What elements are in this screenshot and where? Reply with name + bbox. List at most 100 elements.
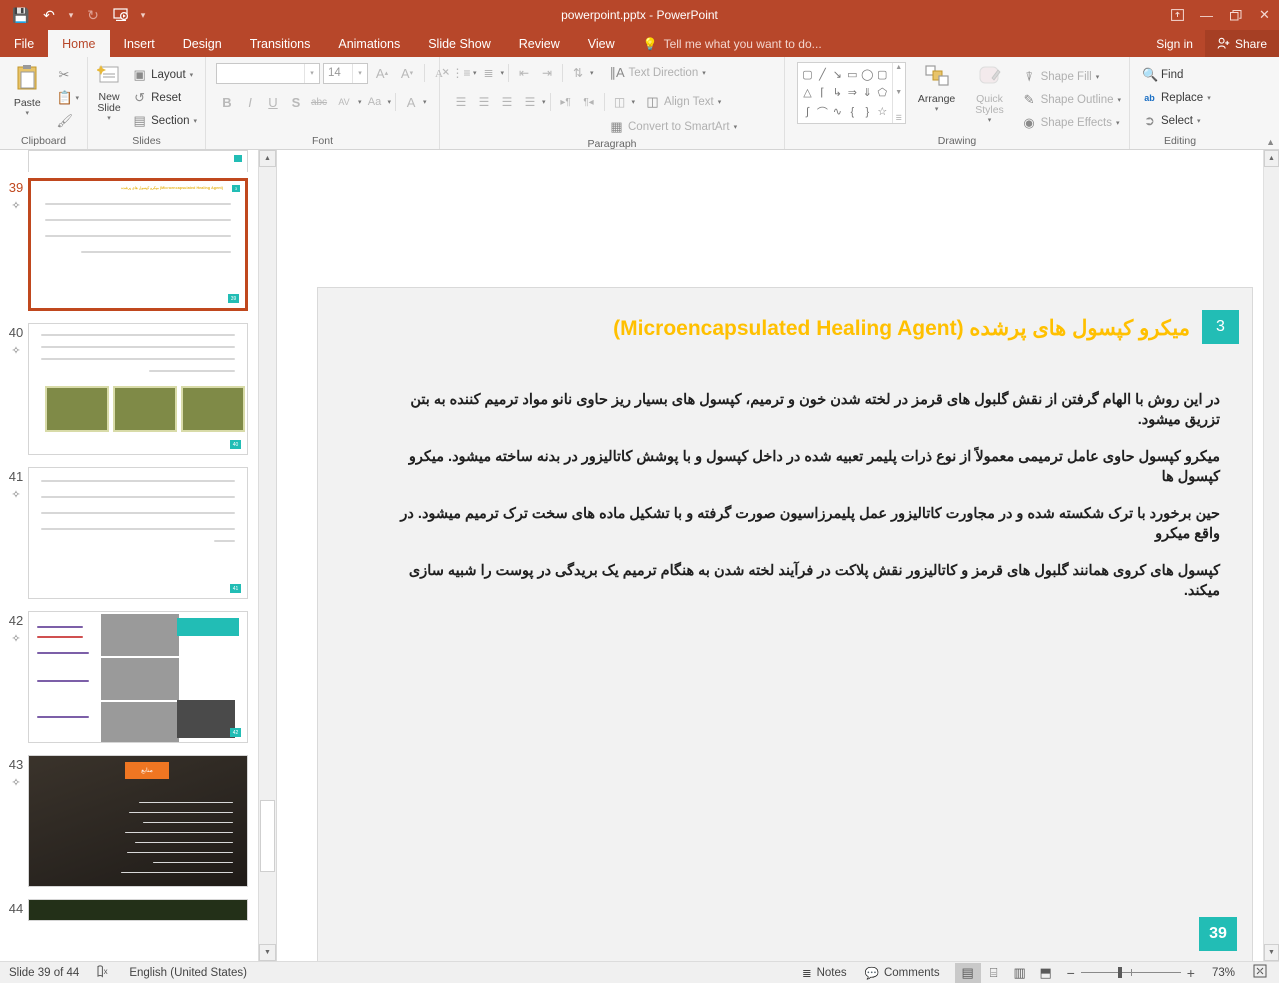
tab-file[interactable]: File: [0, 30, 49, 57]
shape-line[interactable]: ╱: [815, 65, 830, 84]
share-button[interactable]: Share: [1204, 30, 1279, 57]
shape-right-arrow[interactable]: ⇒: [845, 84, 860, 103]
ribbon-display-options-icon[interactable]: [1163, 0, 1192, 30]
tab-review[interactable]: Review: [505, 30, 574, 57]
shape-curve[interactable]: ⌒: [815, 102, 830, 121]
list-item[interactable]: 44: [0, 893, 258, 927]
zoom-level[interactable]: 73%: [1203, 962, 1244, 983]
list-item[interactable]: [0, 150, 258, 172]
thumbnail-scroll-thumb[interactable]: [260, 800, 275, 872]
ltr-direction-button[interactable]: ▸¶: [555, 91, 577, 113]
gallery-scroll-up-icon[interactable]: ▲: [895, 64, 902, 71]
justify-button[interactable]: ☰: [519, 91, 541, 113]
tab-transitions[interactable]: Transitions: [236, 30, 325, 57]
italic-button[interactable]: I: [239, 91, 261, 113]
tab-view[interactable]: View: [574, 30, 629, 57]
paste-button[interactable]: Paste ▾: [4, 62, 50, 117]
layout-button[interactable]: ▣ Layout ▾: [128, 64, 201, 86]
slide-paragraph-4[interactable]: کپسول های کروی همانند گلبول های قرمز و ک…: [380, 561, 1220, 602]
align-center-button[interactable]: ☰: [473, 91, 495, 113]
font-name-dropdown-icon[interactable]: ▾: [304, 63, 319, 83]
select-button[interactable]: ➲ Select ▾: [1138, 110, 1215, 132]
select-dropdown-icon[interactable]: ▾: [1197, 117, 1201, 125]
thumb-frame-41[interactable]: 41: [28, 467, 248, 599]
list-item[interactable]: 40 ✧ 40: [0, 317, 258, 461]
zoom-in-button[interactable]: +: [1187, 966, 1195, 980]
list-item[interactable]: 42 ✧ 42: [0, 605, 258, 749]
shape-fill-dropdown-icon[interactable]: ▾: [1096, 73, 1100, 81]
section-button[interactable]: ▤ Section ▾: [128, 110, 201, 132]
change-case-button[interactable]: Aa: [363, 91, 387, 113]
line-spacing-button[interactable]: ⇅: [567, 62, 589, 84]
shape-oval[interactable]: ◯: [860, 65, 875, 84]
shape-elbow-connector[interactable]: ⌈: [815, 84, 830, 103]
decrease-font-size-button[interactable]: A ▾: [396, 62, 418, 84]
replace-button[interactable]: ab Replace ▾: [1138, 87, 1215, 109]
current-slide[interactable]: میکرو کپسول های پرشده (Microencapsulated…: [317, 287, 1253, 966]
shape-effects-dropdown-icon[interactable]: ▾: [1116, 119, 1120, 127]
character-spacing-dropdown-icon[interactable]: ▾: [358, 98, 362, 106]
redo-icon[interactable]: ↻: [80, 3, 106, 27]
slide-title[interactable]: میکرو کپسول های پرشده (Microencapsulated…: [613, 316, 1190, 341]
notes-button[interactable]: ≣ Notes: [793, 962, 856, 983]
list-item[interactable]: 41 ✧ 41: [0, 461, 258, 605]
thumb-frame-42[interactable]: 42: [28, 611, 248, 743]
character-spacing-button[interactable]: AV: [331, 91, 357, 113]
undo-dropdown-icon[interactable]: ▾: [64, 3, 78, 27]
text-direction-button[interactable]: ∥A Text Direction ▾: [606, 62, 710, 84]
zoom-track[interactable]: [1080, 967, 1181, 978]
thumbnail-scroll-up-icon[interactable]: ▲: [259, 150, 276, 167]
canvas-scroll-down-icon[interactable]: ▼: [1264, 944, 1279, 961]
shape-right-brace[interactable]: }: [860, 102, 875, 121]
tell-me-search[interactable]: 💡 Tell me what you want to do...: [629, 30, 822, 57]
slide-paragraph-3[interactable]: حین برخورد با ترک شکسته شده و در مجاورت …: [380, 504, 1220, 545]
text-direction-dropdown-icon[interactable]: ▾: [702, 69, 706, 77]
tab-animations[interactable]: Animations: [324, 30, 414, 57]
find-button[interactable]: 🔍 Find: [1138, 64, 1215, 86]
canvas-scroll-up-icon[interactable]: ▲: [1264, 150, 1279, 167]
shape-outline-button[interactable]: ✎ Shape Outline ▾: [1018, 89, 1125, 111]
smartart-dropdown-icon[interactable]: ▾: [734, 123, 738, 131]
tab-insert[interactable]: Insert: [110, 30, 169, 57]
cut-button[interactable]: ✂: [52, 64, 83, 86]
sign-in-button[interactable]: Sign in: [1144, 37, 1205, 51]
thumb-frame-40[interactable]: 40: [28, 323, 248, 455]
font-color-button[interactable]: A: [400, 91, 422, 113]
thumb-frame-44[interactable]: [28, 899, 248, 921]
align-left-button[interactable]: ☰: [450, 91, 472, 113]
numbering-button[interactable]: ≣: [478, 62, 500, 84]
font-size-dropdown-icon[interactable]: ▾: [352, 63, 367, 83]
columns-dropdown-icon[interactable]: ▾: [632, 98, 636, 106]
spellcheck-status[interactable]: x: [88, 962, 120, 983]
quick-styles-dropdown-icon[interactable]: ▾: [988, 116, 992, 124]
shape-star[interactable]: ☆: [875, 102, 890, 121]
shape-elbow-arrow[interactable]: ↳: [830, 84, 845, 103]
bullets-dropdown-icon[interactable]: ▾: [473, 69, 477, 77]
slide-indicator[interactable]: Slide 39 of 44: [0, 962, 88, 983]
shape-arc[interactable]: ∿: [830, 102, 845, 121]
language-status[interactable]: English (United States): [120, 962, 256, 983]
arrange-button[interactable]: Arrange ▾: [912, 62, 962, 113]
shapes-gallery-scrollbar[interactable]: ▲ ▼ ☰: [891, 63, 905, 123]
convert-to-smartart-button[interactable]: ▦ Convert to SmartArt ▾: [605, 117, 741, 137]
zoom-handle[interactable]: [1117, 967, 1122, 978]
zoom-out-button[interactable]: −: [1067, 966, 1075, 980]
shape-arrow[interactable]: ↘: [830, 65, 845, 84]
list-item[interactable]: 43 ✧ منابع: [0, 749, 258, 893]
reset-button[interactable]: ↺ Reset: [128, 87, 201, 109]
reading-view-button[interactable]: ▥: [1007, 963, 1033, 983]
increase-indent-button[interactable]: ⇥: [536, 62, 558, 84]
increase-font-size-button[interactable]: A ▴: [371, 62, 393, 84]
shape-left-brace[interactable]: {: [845, 102, 860, 121]
fit-to-window-button[interactable]: [1244, 962, 1279, 983]
change-case-dropdown-icon[interactable]: ▾: [388, 98, 392, 106]
thumbnail-scroll-down-icon[interactable]: ▼: [259, 944, 276, 961]
columns-button[interactable]: ◫: [609, 91, 631, 113]
strikethrough-button[interactable]: abc: [308, 91, 330, 113]
tab-design[interactable]: Design: [169, 30, 236, 57]
arrange-dropdown-icon[interactable]: ▾: [935, 105, 939, 113]
new-slide-dropdown-icon[interactable]: ▾: [107, 114, 111, 122]
bold-button[interactable]: B: [216, 91, 238, 113]
paste-dropdown-icon[interactable]: ▾: [25, 109, 29, 117]
minimize-icon[interactable]: —: [1192, 0, 1221, 30]
